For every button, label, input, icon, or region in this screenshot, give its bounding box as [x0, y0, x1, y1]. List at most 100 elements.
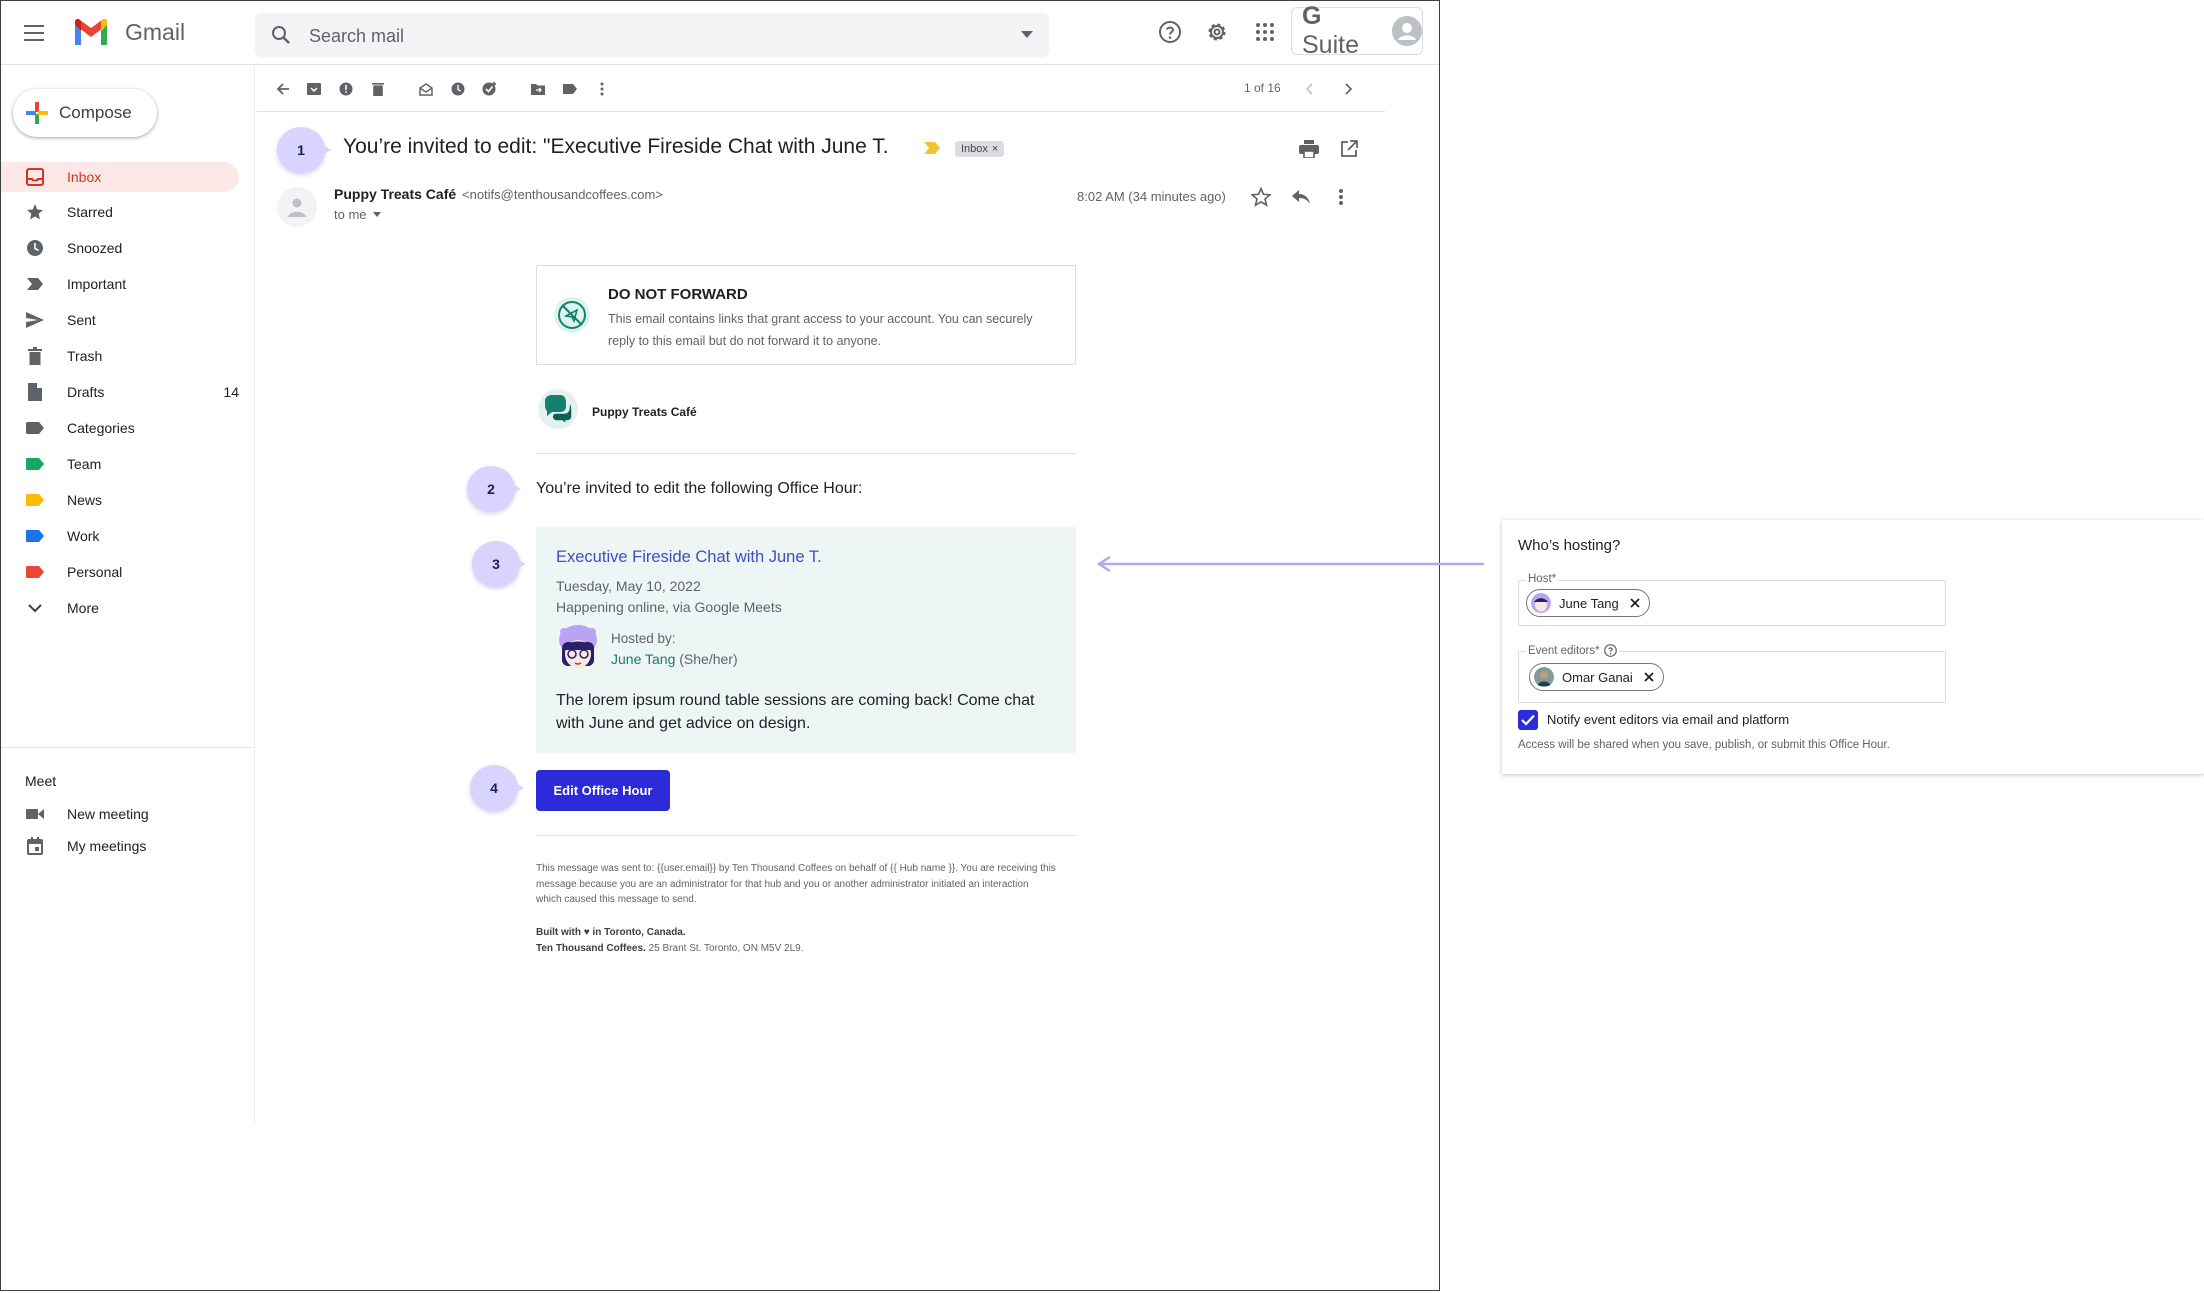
editor-chip[interactable]: Omar Ganai: [1529, 663, 1664, 691]
labels-icon[interactable]: [556, 75, 584, 103]
event-card: Executive Fireside Chat with June T. Tue…: [536, 527, 1076, 753]
sidebar-item-drafts[interactable]: Drafts 14: [1, 377, 239, 407]
meet-my-meetings[interactable]: My meetings: [1, 831, 239, 861]
host-field-label: Host*: [1526, 573, 1559, 585]
settings-gear-icon[interactable]: [1204, 19, 1230, 45]
recipient-details[interactable]: to me: [334, 207, 381, 222]
move-to-icon[interactable]: [524, 75, 552, 103]
sidebar-item-important[interactable]: Important: [1, 269, 239, 299]
event-editors-field[interactable]: Omar Ganai: [1518, 651, 1946, 703]
do-not-forward-notice: DO NOT FORWARD This email contains links…: [536, 265, 1076, 365]
host-name-link[interactable]: June Tang: [611, 651, 675, 667]
sidebar-item-label: Starred: [67, 204, 113, 220]
event-title-link[interactable]: Executive Fireside Chat with June T.: [556, 548, 822, 567]
host-field[interactable]: June Tang: [1518, 580, 1946, 626]
drafts-count: 14: [223, 384, 239, 400]
remove-label-icon[interactable]: ×: [992, 143, 998, 155]
sidebar-item-label: Sent: [67, 312, 96, 328]
sender-avatar[interactable]: [277, 187, 317, 227]
compose-button[interactable]: Compose: [13, 89, 157, 137]
access-note: Access will be shared when you save, pub…: [1518, 739, 1890, 751]
gsuite-account-button[interactable]: G Suite: [1291, 2, 1423, 59]
archive-icon[interactable]: [300, 75, 328, 103]
built-with-prefix: Built with: [536, 927, 581, 938]
apps-grid-icon[interactable]: [1252, 19, 1278, 45]
search-icon[interactable]: [269, 23, 293, 47]
search-options-dropdown-icon[interactable]: [1017, 25, 1037, 45]
video-icon: [23, 802, 47, 826]
sidebar-item-sent[interactable]: Sent: [1, 305, 239, 335]
message-timestamp: 8:02 AM (34 minutes ago): [1077, 189, 1226, 204]
sidebar-item-work[interactable]: Work: [1, 521, 239, 551]
more-vertical-icon[interactable]: [588, 75, 616, 103]
sidebar-item-more[interactable]: More: [1, 593, 239, 623]
help-circle-icon[interactable]: [1603, 644, 1617, 657]
notice-text: This email contains links that grant acc…: [608, 312, 1033, 348]
sidebar-item-news[interactable]: News: [1, 485, 239, 515]
sidebar-item-label: Team: [67, 456, 102, 472]
search-input[interactable]: [307, 21, 951, 51]
sidebar-item-snoozed[interactable]: Snoozed: [1, 233, 239, 263]
company-name: Ten Thousand Coffees.: [536, 943, 646, 954]
callout-tail: [510, 780, 524, 796]
notify-editors-checkbox[interactable]: [1518, 710, 1538, 730]
print-icon[interactable]: [1297, 137, 1321, 161]
sidebar-item-trash[interactable]: Trash: [1, 341, 239, 371]
more-options-icon[interactable]: [1329, 185, 1353, 209]
remove-host-close-icon[interactable]: [1627, 595, 1643, 611]
gmail-logo-icon[interactable]: [73, 19, 109, 47]
back-arrow-icon[interactable]: [269, 75, 297, 103]
report-spam-icon[interactable]: [332, 75, 360, 103]
notify-editors-label[interactable]: Notify event editors via email and platf…: [1547, 712, 1789, 727]
search-bar[interactable]: [255, 13, 1049, 57]
brand-logo: [538, 389, 578, 429]
editors-label-text: Event editors*: [1528, 644, 1600, 657]
label-icon: [23, 452, 47, 476]
important-marker-icon[interactable]: [923, 141, 941, 155]
no-forward-icon: [553, 296, 591, 334]
sidebar-item-starred[interactable]: Starred: [1, 197, 239, 227]
sidebar-item-label: Personal: [67, 564, 123, 580]
default-person-icon: [288, 198, 306, 217]
calendar-icon: [23, 834, 47, 858]
star-icon: [23, 200, 47, 224]
heart-icon: ♥: [583, 927, 590, 938]
sidebar-divider: [1, 747, 253, 748]
open-in-new-window-icon[interactable]: [1337, 137, 1361, 161]
sidebar-item-inbox[interactable]: Inbox: [1, 162, 239, 192]
sender-email: <notifs@tenthousandcoffees.com>: [462, 187, 663, 202]
host-chip[interactable]: June Tang: [1526, 589, 1650, 617]
company-address: 25 Brant St. Toronto, ON M5V 2L9.: [648, 943, 804, 954]
editors-field-label: Event editors*: [1526, 644, 1619, 657]
sidebar-item-label: Important: [67, 276, 127, 292]
sidebar-item-categories[interactable]: Categories: [1, 413, 239, 443]
details-dropdown-icon[interactable]: [372, 212, 381, 217]
event-location: Happening online, via Google Meets: [556, 599, 782, 615]
inbox-icon: [23, 165, 47, 189]
sidebar-item-personal[interactable]: Personal: [1, 557, 239, 587]
callout-tail: [512, 556, 526, 572]
editor-chip-label: Omar Ganai: [1562, 669, 1633, 685]
sidebar-item-label: More: [67, 600, 99, 616]
compose-label: Compose: [59, 103, 132, 122]
account-avatar-icon[interactable]: [1392, 16, 1422, 46]
newer-chevron-left-icon[interactable]: [1299, 79, 1319, 99]
meet-new-meeting[interactable]: New meeting: [1, 799, 239, 829]
sender-name[interactable]: Puppy Treats Café: [334, 186, 456, 202]
star-message-icon[interactable]: [1249, 185, 1273, 209]
inbox-label-chip[interactable]: Inbox ×: [955, 141, 1005, 157]
mark-unread-icon[interactable]: [412, 75, 440, 103]
delete-icon[interactable]: [364, 75, 392, 103]
draft-icon: [23, 380, 47, 404]
older-chevron-right-icon[interactable]: [1339, 79, 1359, 99]
edit-office-hour-button[interactable]: Edit Office Hour: [536, 770, 670, 811]
add-to-tasks-icon[interactable]: [476, 75, 504, 103]
sidebar-item-team[interactable]: Team: [1, 449, 239, 479]
meet-item-label: My meetings: [67, 838, 147, 854]
top-bar: Gmail G Suite: [1, 1, 1439, 65]
remove-editor-close-icon[interactable]: [1641, 669, 1657, 685]
main-menu-icon[interactable]: [21, 19, 49, 47]
help-icon[interactable]: [1157, 19, 1183, 45]
snooze-icon[interactable]: [444, 75, 472, 103]
reply-icon[interactable]: [1289, 185, 1313, 209]
